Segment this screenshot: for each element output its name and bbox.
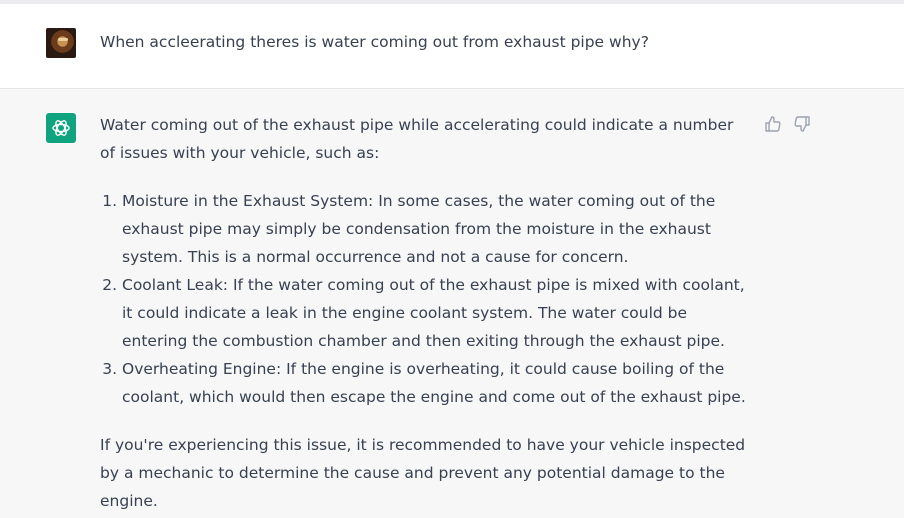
thumbs-up-icon[interactable] [764, 115, 782, 133]
openai-logo-icon [46, 113, 76, 143]
thumbs-down-icon[interactable] [793, 115, 811, 133]
user-message-row: When accleerating theres is water coming… [0, 4, 904, 89]
list-item: Overheating Engine: If the engine is ove… [122, 355, 750, 411]
user-avatar [46, 28, 76, 58]
feedback-actions [764, 115, 817, 137]
assistant-message-row: Water coming out of the exhaust pipe whi… [0, 89, 904, 518]
list-item: Moisture in the Exhaust System: In some … [122, 187, 750, 271]
user-message-text: When accleerating theres is water coming… [100, 33, 649, 51]
assistant-intro: Water coming out of the exhaust pipe whi… [100, 116, 734, 162]
assistant-message-text: Water coming out of the exhaust pipe whi… [100, 111, 750, 515]
assistant-outro: If you're experiencing this issue, it is… [100, 436, 746, 510]
cause-list: Moisture in the Exhaust System: In some … [100, 187, 750, 411]
list-item: Coolant Leak: If the water coming out of… [122, 271, 750, 355]
